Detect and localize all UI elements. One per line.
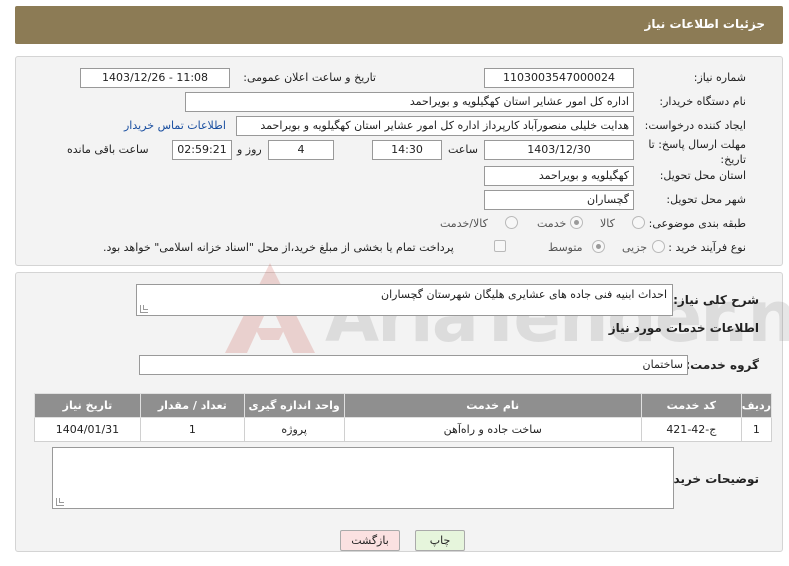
table-row[interactable]: 1 ج-42-421 ساخت جاده و راه‌آهن پروژه 1 1… bbox=[34, 417, 773, 442]
cell-row-number: 1 bbox=[740, 417, 773, 442]
category-option-goods-service: کالا/خدمت bbox=[440, 217, 488, 230]
resize-grip-icon[interactable] bbox=[56, 498, 64, 506]
services-table: ردیف کد خدمت نام خدمت واحد اندازه گیری ت… bbox=[34, 393, 773, 442]
city-field[interactable]: گچساران bbox=[484, 190, 634, 210]
col-header-service-code: کد خدمت bbox=[640, 393, 742, 418]
requester-label: ایجاد کننده درخواست: bbox=[644, 119, 746, 132]
category-option-service: خدمت bbox=[537, 217, 567, 230]
category-radio-goods[interactable] bbox=[632, 216, 645, 229]
deadline-date-field[interactable]: 1403/12/30 bbox=[484, 140, 634, 160]
buyer-contact-link[interactable]: اطلاعات تماس خریدار bbox=[124, 119, 226, 132]
treasury-payment-note: پرداخت تمام یا بخشی از مبلغ خرید،از محل … bbox=[103, 241, 454, 254]
cell-need-date: 1404/01/31 bbox=[34, 417, 141, 442]
col-header-row-number: ردیف bbox=[740, 393, 773, 418]
treasury-payment-checkbox[interactable] bbox=[494, 240, 506, 252]
process-radio-minor[interactable] bbox=[652, 240, 665, 253]
col-header-quantity: تعداد / مقدار bbox=[139, 393, 245, 418]
col-header-service-name: نام خدمت bbox=[343, 393, 642, 418]
process-option-minor: جزیی bbox=[622, 241, 648, 254]
announce-label: تاریخ و ساعت اعلان عمومی: bbox=[243, 71, 376, 84]
cell-quantity: 1 bbox=[139, 417, 245, 442]
summary-label: شرح کلی نیاز: bbox=[673, 293, 759, 307]
category-radio-service[interactable] bbox=[570, 216, 583, 229]
category-radio-goods-service[interactable] bbox=[505, 216, 518, 229]
page-title: جزئیات اطلاعات نیاز bbox=[644, 17, 765, 31]
need-number-field[interactable]: 1103003547000024 bbox=[484, 68, 634, 88]
service-group-label: گروه خدمت: bbox=[685, 358, 759, 372]
deadline-label: مهلت ارسال پاسخ: تا تاریخ: bbox=[648, 138, 746, 166]
resize-grip-icon[interactable] bbox=[140, 305, 148, 313]
deadline-time-field[interactable]: 14:30 bbox=[372, 140, 442, 160]
buyer-org-field[interactable]: اداره کل امور عشایر استان کهگیلویه و بوی… bbox=[185, 92, 634, 112]
day-and-label: روز و bbox=[237, 143, 262, 156]
cell-service-code: ج-42-421 bbox=[640, 417, 742, 442]
summary-field[interactable]: احداث ابنیه فنی جاده های عشایری هلیگان ش… bbox=[136, 284, 673, 316]
remaining-label: ساعت باقی مانده bbox=[67, 143, 149, 156]
city-label: شهر محل تحویل: bbox=[666, 193, 746, 206]
province-field[interactable]: کهگیلویه و بویراحمد bbox=[484, 166, 634, 186]
announce-datetime-field[interactable]: 1403/12/26 - 11:08 bbox=[80, 68, 230, 88]
summary-text: احداث ابنیه فنی جاده های عشایری هلیگان ش… bbox=[381, 288, 667, 301]
process-radio-medium[interactable] bbox=[592, 240, 605, 253]
col-header-need-date: تاریخ نیاز bbox=[34, 393, 141, 418]
back-button[interactable]: بازگشت bbox=[340, 530, 400, 551]
process-option-medium: متوسط bbox=[548, 241, 583, 254]
cell-service-name: ساخت جاده و راه‌آهن bbox=[343, 417, 642, 442]
cell-unit: پروژه bbox=[243, 417, 345, 442]
service-group-field[interactable]: ساختمان bbox=[139, 355, 688, 375]
process-label: نوع فرآیند خرید : bbox=[668, 241, 746, 254]
page-header: جزئیات اطلاعات نیاز bbox=[15, 6, 783, 44]
category-label: طبقه بندی موضوعی: bbox=[648, 217, 746, 230]
province-label: استان محل تحویل: bbox=[659, 169, 746, 182]
col-header-unit: واحد اندازه گیری bbox=[243, 393, 345, 418]
buyer-org-label: نام دستگاه خریدار: bbox=[659, 95, 746, 108]
deadline-hour-label: ساعت bbox=[448, 143, 478, 156]
remaining-time-field[interactable]: 02:59:21 bbox=[172, 140, 232, 160]
print-button[interactable]: چاپ bbox=[415, 530, 465, 551]
category-option-goods: کالا bbox=[600, 217, 615, 230]
services-section-title: اطلاعات خدمات مورد نیاز bbox=[608, 321, 759, 335]
remaining-days-field[interactable]: 4 bbox=[268, 140, 334, 160]
buyer-notes-field[interactable] bbox=[52, 447, 674, 509]
need-number-label: شماره نیاز: bbox=[693, 71, 746, 84]
requester-field[interactable]: هدایت خلیلی منصورآباد کارپرداز اداره کل … bbox=[236, 116, 634, 136]
